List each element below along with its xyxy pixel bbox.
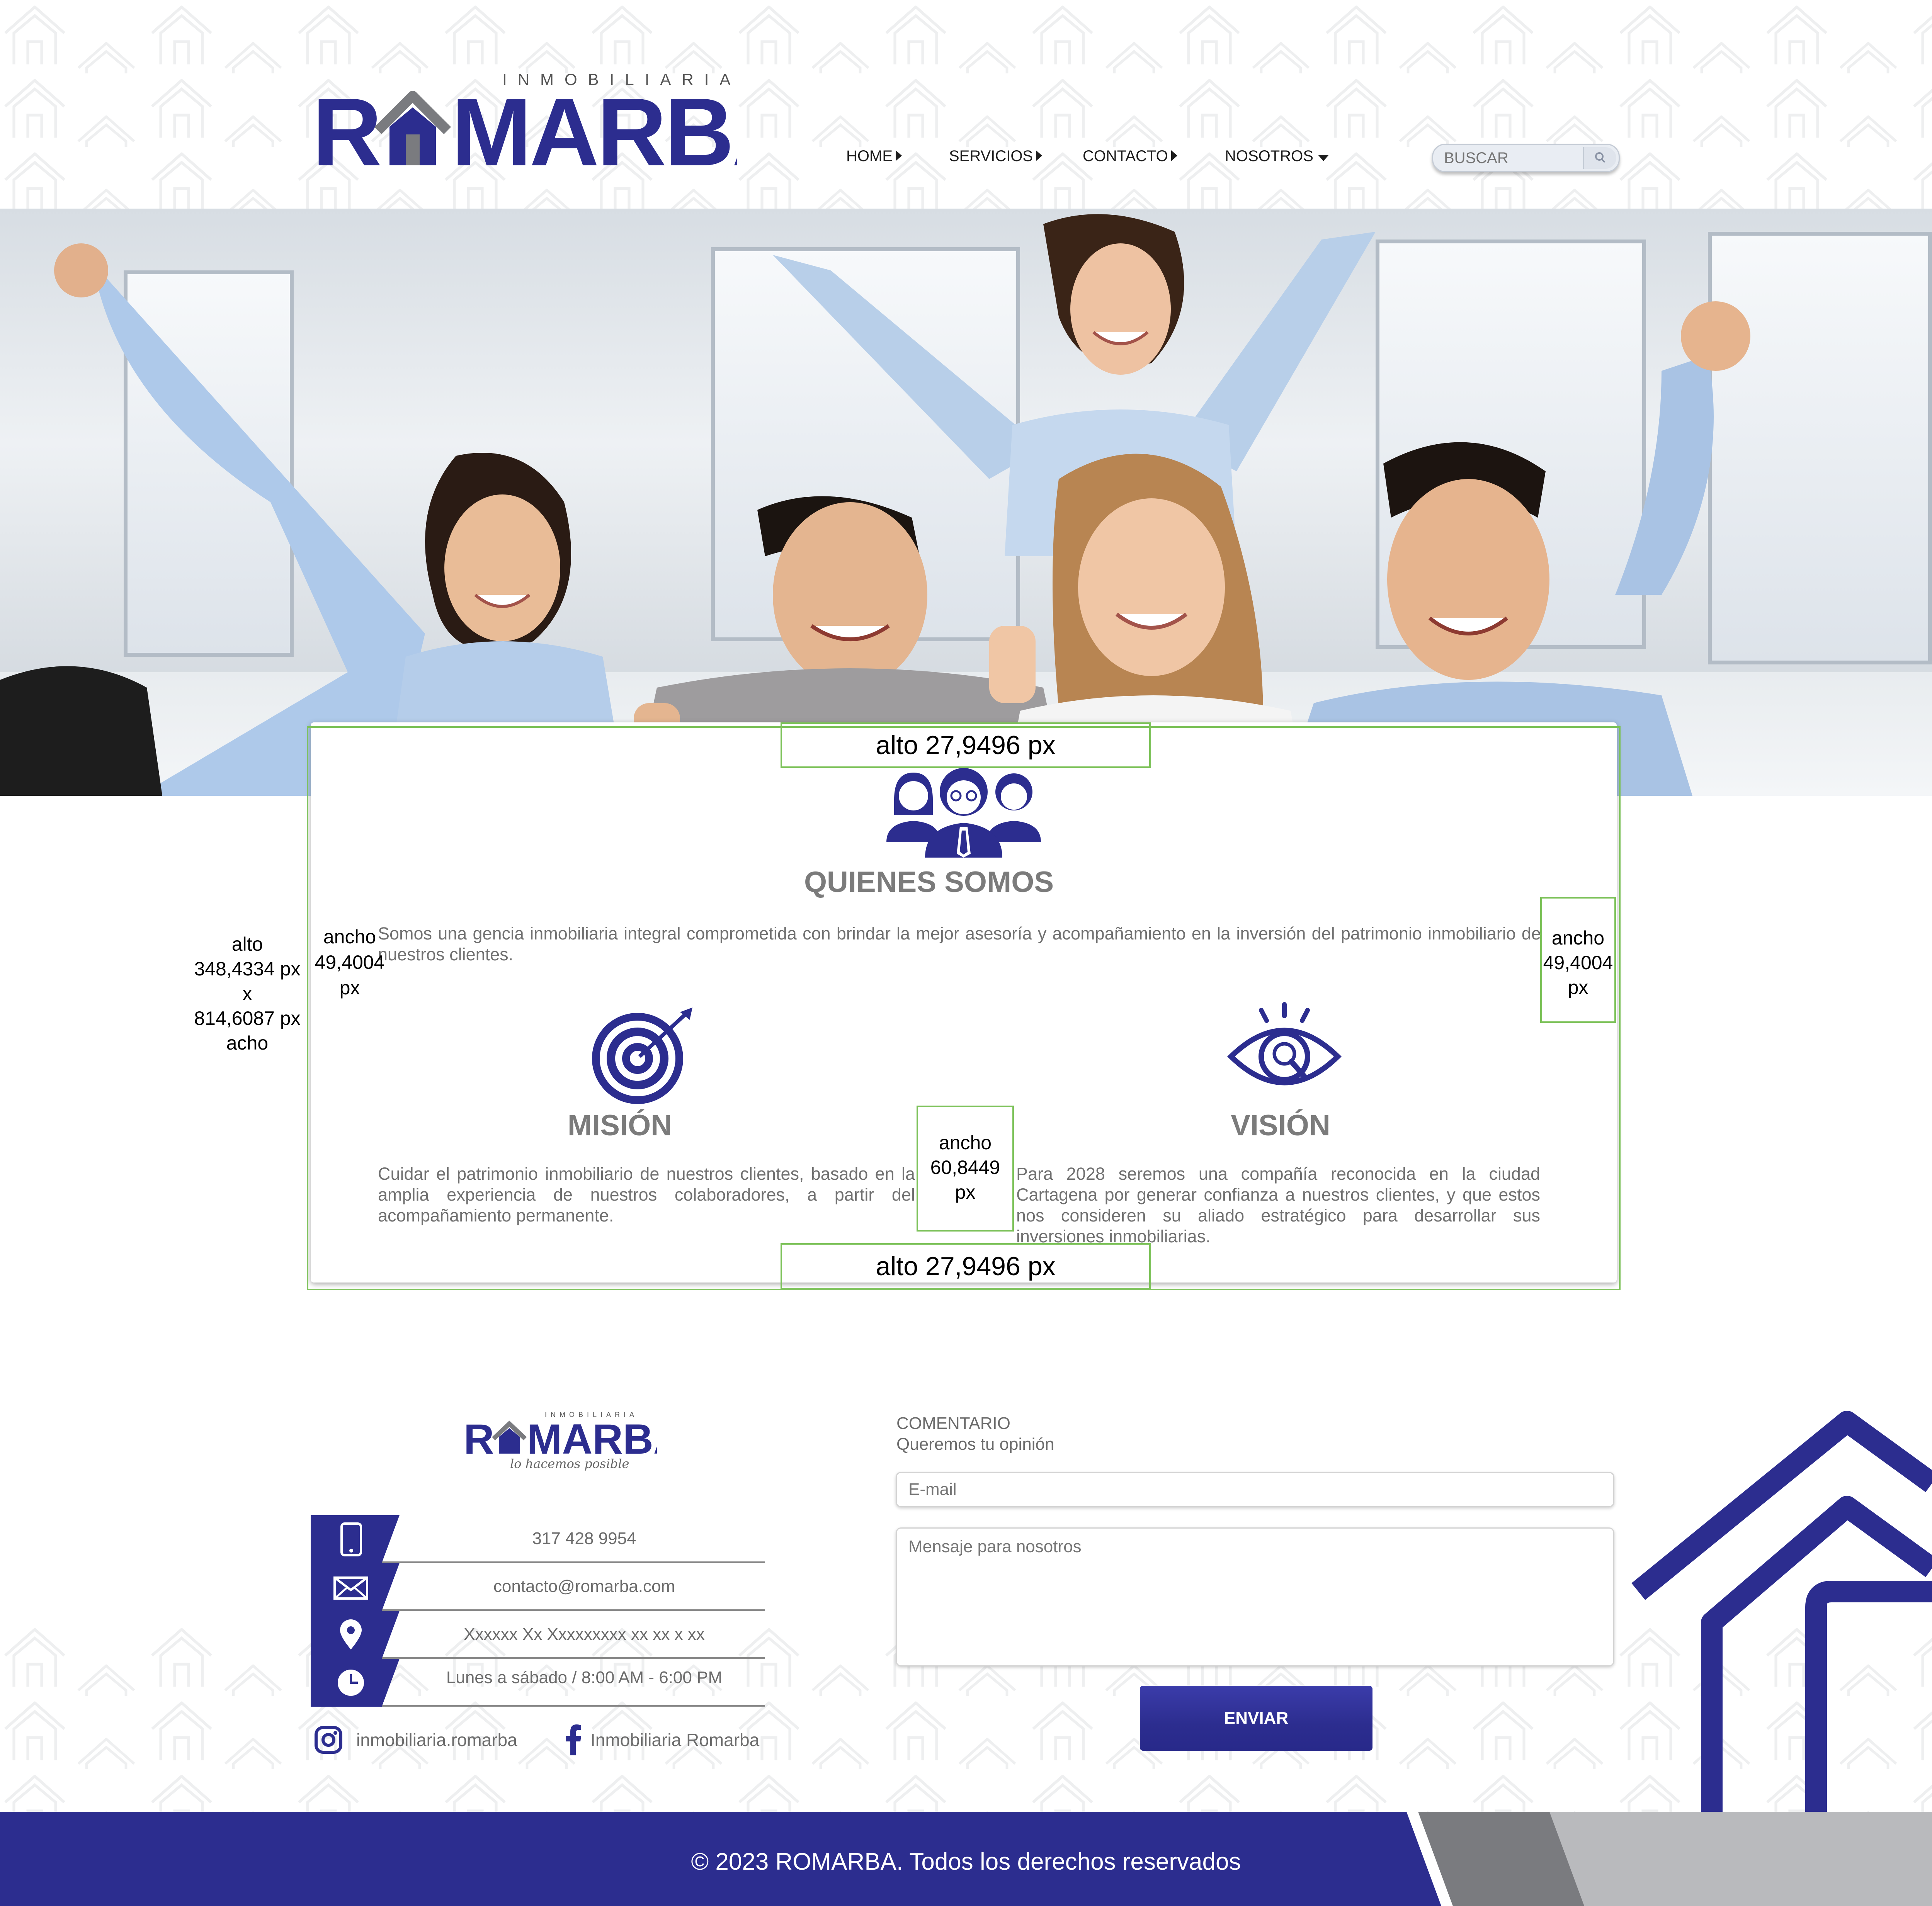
- facebook-icon: [566, 1724, 581, 1755]
- facebook-link[interactable]: Inmobiliaria Romarba: [563, 1724, 759, 1755]
- search-icon: [1595, 152, 1605, 163]
- comment-form-title: COMENTARIO: [896, 1414, 1010, 1433]
- facebook-page: Inmobiliaria Romarba: [590, 1730, 760, 1750]
- main-nav: HOME: [846, 148, 902, 165]
- footer-logo-tagline: lo hacemos posible: [510, 1456, 629, 1471]
- annotation-card-size: alto 348,4334 px x 814,6087 px acho: [194, 933, 301, 1054]
- contact-icon-block: [311, 1515, 400, 1563]
- site-header: INMOBILIARIA R MARBA HOME SERVICIOS CONT…: [0, 0, 1932, 209]
- search-box: [1432, 144, 1620, 172]
- footer-logo-subtitle: INMOBILIARIA: [545, 1411, 638, 1418]
- message-field[interactable]: [896, 1527, 1614, 1666]
- caret-right-icon: [1036, 150, 1043, 161]
- contact-hours: Lunes a sábado / 8:00 AM - 6:00 PM: [446, 1668, 723, 1687]
- instagram-link[interactable]: inmobiliaria.romarba: [314, 1724, 517, 1755]
- footer-logo[interactable]: INMOBILIARIA R MARBA lo hacemos posible: [464, 1411, 657, 1476]
- svg-text:MARBA: MARBA: [527, 1418, 657, 1457]
- decorative-house-icon: [1631, 1411, 1932, 1816]
- phone-icon: [340, 1522, 362, 1556]
- clock-icon: [338, 1670, 364, 1696]
- contact-email-row: contacto@romarba.com: [311, 1563, 765, 1611]
- location-pin-icon: [340, 1619, 362, 1649]
- annotation-right-width: ancho 49,4004 px: [1540, 897, 1616, 1023]
- submit-button[interactable]: ENVIAR: [1140, 1686, 1372, 1751]
- caret-right-icon: [1171, 150, 1177, 161]
- annotation-left-width: ancho 49,4004 px: [315, 926, 385, 999]
- mail-icon: [333, 1576, 368, 1600]
- svg-text:R: R: [312, 84, 380, 177]
- copyright-text: © 2023 ROMARBA. Todos los derechos reser…: [691, 1848, 1241, 1875]
- nav-servicios[interactable]: SERVICIOS: [949, 148, 1043, 165]
- contact-phone[interactable]: 317 428 9954: [403, 1529, 765, 1548]
- contact-address: Xxxxxx Xx Xxxxxxxxx xx xx x xx: [464, 1625, 705, 1644]
- contact-email[interactable]: contacto@romarba.com: [403, 1577, 765, 1596]
- annotation-top-height: alto 27,9496 px: [781, 722, 1151, 768]
- annotation-middle-width: ancho 60,8449 px: [917, 1106, 1014, 1232]
- celebrating-team-illustration: [0, 214, 1750, 796]
- logo[interactable]: R MARBA: [312, 78, 801, 192]
- comment-form-subtitle: Queremos tu opinión: [896, 1435, 1054, 1454]
- hero-image: [0, 209, 1932, 796]
- contact-icon-block: [311, 1563, 400, 1611]
- email-field[interactable]: [896, 1472, 1614, 1507]
- svg-text:R: R: [464, 1418, 494, 1457]
- annotation-bottom-height: alto 27,9496 px: [781, 1243, 1151, 1289]
- caret-right-icon: [896, 150, 902, 161]
- logo-wordmark: R MARBA: [312, 78, 801, 186]
- nav-contacto[interactable]: CONTACTO: [1083, 148, 1177, 165]
- caret-down-icon: [1318, 155, 1329, 161]
- footer-logo-wordmark: R MARBA: [464, 1418, 657, 1457]
- contact-address-row: Xxxxxx Xx Xxxxxxxxx xx xx x xx: [311, 1611, 765, 1659]
- instagram-icon: [315, 1726, 342, 1754]
- search-input[interactable]: [1443, 149, 1584, 167]
- nav-nosotros[interactable]: NOSOTROS: [1225, 148, 1329, 165]
- contact-icon-block: [311, 1611, 400, 1659]
- contact-icon-block: [311, 1659, 400, 1707]
- svg-text:MARBA: MARBA: [451, 84, 737, 177]
- contact-hours-row: Lunes a sábado / 8:00 AM - 6:00 PM: [311, 1659, 765, 1707]
- contact-phone-row: 317 428 9954: [311, 1515, 765, 1563]
- search-button[interactable]: [1583, 147, 1616, 169]
- instagram-handle: inmobiliaria.romarba: [356, 1730, 517, 1750]
- nav-home[interactable]: HOME: [846, 148, 902, 165]
